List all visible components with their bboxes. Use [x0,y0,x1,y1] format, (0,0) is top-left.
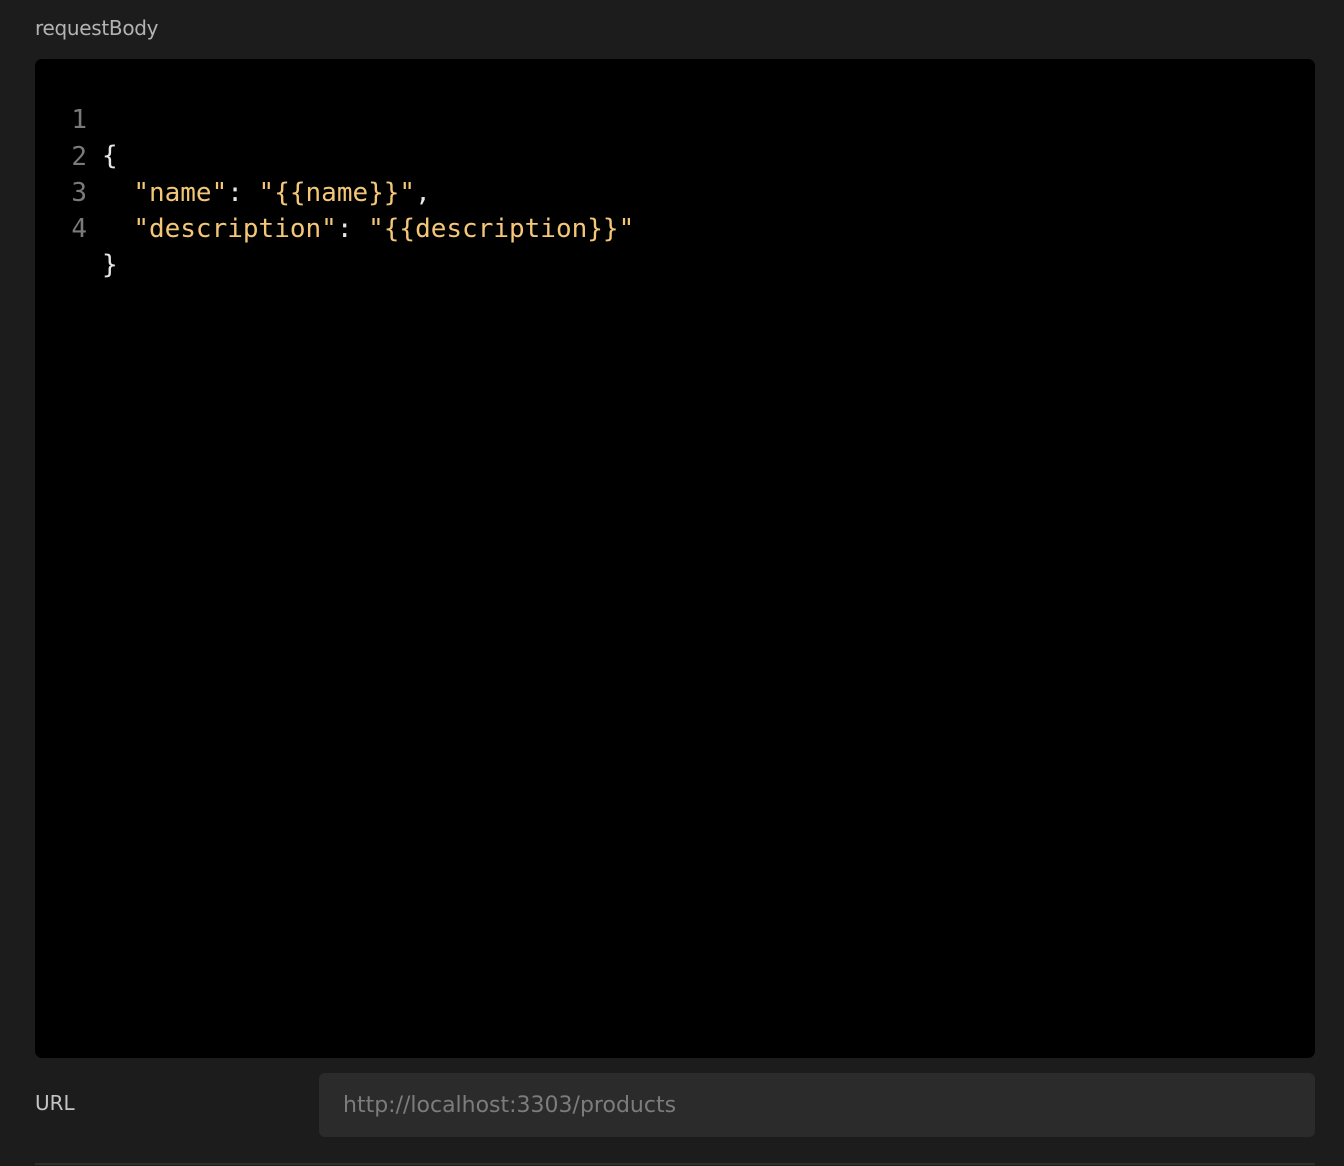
line-content: "description": "{{description}}" [102,211,634,247]
url-label: URL [35,1091,75,1115]
code-line: 1 { [35,66,1315,171]
line-content: } [102,247,118,283]
json-key-token: "description" [133,214,337,244]
url-input[interactable] [319,1073,1315,1137]
line-number: 4 [71,214,87,244]
json-punctuation-token: : [336,214,369,244]
json-string-token: "{{description}}" [368,214,635,244]
code-line: 4 } [35,175,1315,280]
request-config-panel: requestBody 1 { 2 "name": "{{name}}", 3 … [0,0,1344,1166]
code-line: 2 "name": "{{name}}", [35,103,1315,208]
request-body-editor[interactable]: 1 { 2 "name": "{{name}}", 3 "description… [35,59,1315,1058]
section-divider [35,1163,1315,1165]
code-line: 3 "description": "{{description}}" [35,139,1315,244]
request-body-label: requestBody [35,16,159,40]
json-punctuation-token: } [102,250,118,280]
